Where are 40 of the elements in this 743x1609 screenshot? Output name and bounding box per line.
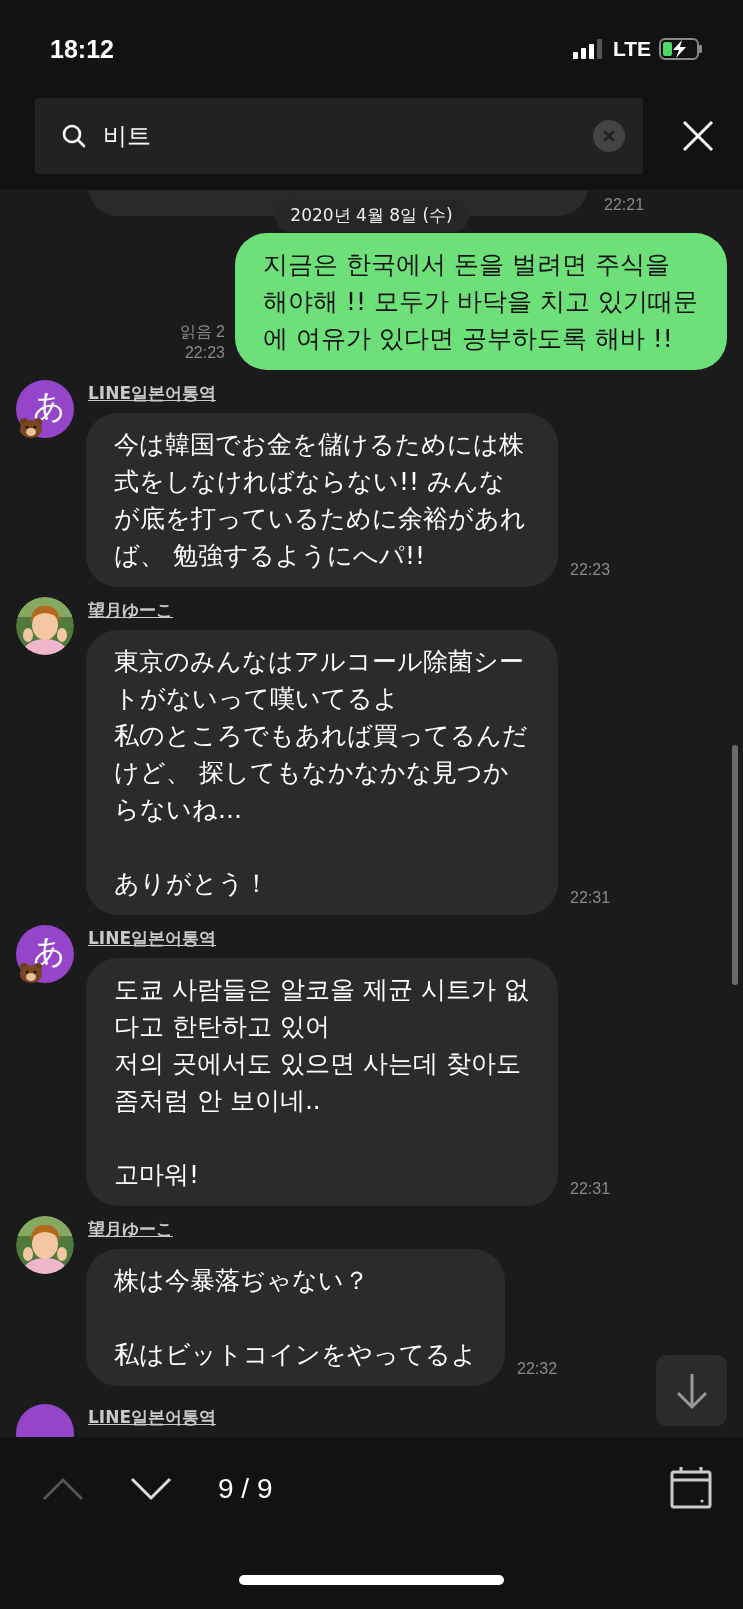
message-time: 22:32 — [517, 1359, 558, 1380]
network-label: LTE — [612, 37, 651, 61]
message-text: 私はビットコインをやってるよ — [114, 1339, 477, 1371]
message-text: 私のところでもあれば買ってるんだけど、 探してもなかなかな見つからないね... — [114, 720, 529, 826]
message-time: 22:21 — [604, 195, 645, 216]
result-counter: 9 / 9 — [218, 1473, 274, 1505]
message-text: ありがとう！ — [114, 868, 270, 900]
sender-name[interactable]: 望月ゆーこ — [88, 1218, 173, 1241]
message-text: 지금은 한국에서 돈을 벌려면 주식을 해야해 !! 모두가 바닥을 치고 있기때문에 여유가 있다면 공부하도록 해바 !! — [263, 249, 699, 355]
message-text: 東京のみんなはアルコール除菌シートがないって嘆いてるよ — [114, 646, 525, 715]
message-text: 도쿄 사람들은 알코올 제균 시트가 없다고 한탄하고 있어 — [114, 974, 530, 1043]
sender-name[interactable]: LINE일본어통역 — [88, 927, 216, 950]
message-time: 22:23 — [570, 560, 611, 581]
calendar-icon — [669, 1465, 713, 1510]
message-text: 고마워! — [114, 1159, 201, 1191]
chevron-down-icon — [129, 1476, 173, 1502]
avatar[interactable]: あ — [16, 925, 74, 983]
search-icon — [61, 123, 87, 149]
message-text: 株は今暴落ぢゃない？ — [114, 1265, 370, 1297]
scroll-down-button[interactable] — [656, 1355, 727, 1426]
battery-charging-icon — [659, 38, 703, 60]
search-input[interactable]: 비트 — [101, 121, 579, 151]
close-icon — [682, 120, 714, 152]
avatar-letter: あ — [32, 390, 66, 422]
avatar-letter: あ — [32, 935, 66, 967]
sender-name[interactable]: LINE일본어통역 — [88, 382, 216, 405]
message-time: 22:23 — [184, 343, 225, 364]
avatar[interactable]: あ — [16, 380, 74, 438]
status-time: 18:12 — [50, 34, 114, 64]
sender-name[interactable]: 望月ゆーこ — [88, 599, 173, 622]
search-field[interactable]: 비트 — [35, 98, 643, 174]
message-time: 22:31 — [570, 1179, 611, 1200]
message-text: 저의 곳에서도 있으면 사는데 찾아도 좀처럼 안 보이네.. — [114, 1048, 522, 1117]
signal-icon — [572, 39, 605, 59]
read-receipt: 읽음 2 — [179, 322, 225, 343]
message-text: 今は韓国でお金を儲けるためには株式をしなければならない!! みんなが底を打っているために余裕があれば、 勉強するようにへパ!! — [114, 429, 527, 572]
chevron-up-icon — [41, 1476, 85, 1502]
message-time: 22:31 — [570, 888, 611, 909]
sender-name[interactable]: LINE일본어통역 — [88, 1406, 216, 1429]
date-label: 2020년 4월 8일 (수) — [274, 199, 469, 232]
